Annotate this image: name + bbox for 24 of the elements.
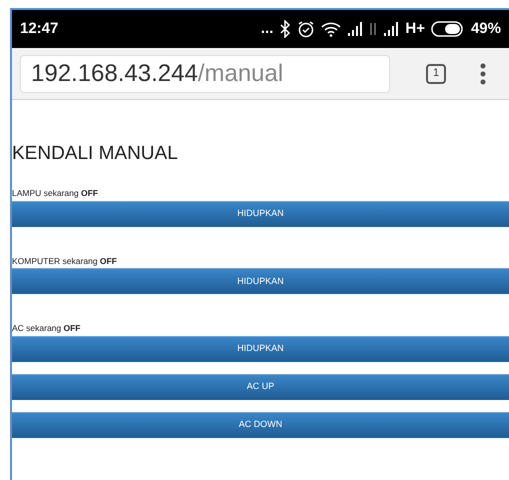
- action-button[interactable]: HIDUPKAN: [12, 268, 509, 294]
- tab-count-button[interactable]: 1: [426, 64, 446, 84]
- url-path: /manual: [198, 58, 284, 88]
- alarm-icon: [297, 20, 316, 38]
- overflow-indicator: ...: [260, 18, 274, 39]
- clock: 12:47: [20, 18, 58, 39]
- bluetooth-icon: [279, 20, 292, 38]
- action-button[interactable]: AC UP: [12, 374, 509, 400]
- more-options-icon[interactable]: [480, 62, 486, 84]
- action-button[interactable]: AC DOWN: [12, 412, 509, 438]
- signal-icon: [383, 22, 400, 36]
- wifi-icon: [321, 21, 342, 37]
- action-button[interactable]: HIDUPKAN: [12, 336, 509, 362]
- device-status: LAMPU sekarang OFF: [12, 189, 99, 198]
- battery-icon: [430, 21, 465, 37]
- url-host: 192.168.43.244: [31, 58, 198, 88]
- action-button[interactable]: HIDUPKAN: [12, 200, 509, 226]
- network-type: H+: [405, 18, 425, 39]
- address-field[interactable]: 192.168.43.244/manual: [20, 54, 390, 92]
- page-title: KENDALI MANUAL: [12, 144, 179, 163]
- device-status: AC sekarang OFF: [12, 324, 82, 332]
- battery-percent: 49%: [470, 18, 501, 39]
- device-status: KOMPUTER sekarang OFF: [12, 256, 118, 265]
- signal-icon: [347, 22, 364, 36]
